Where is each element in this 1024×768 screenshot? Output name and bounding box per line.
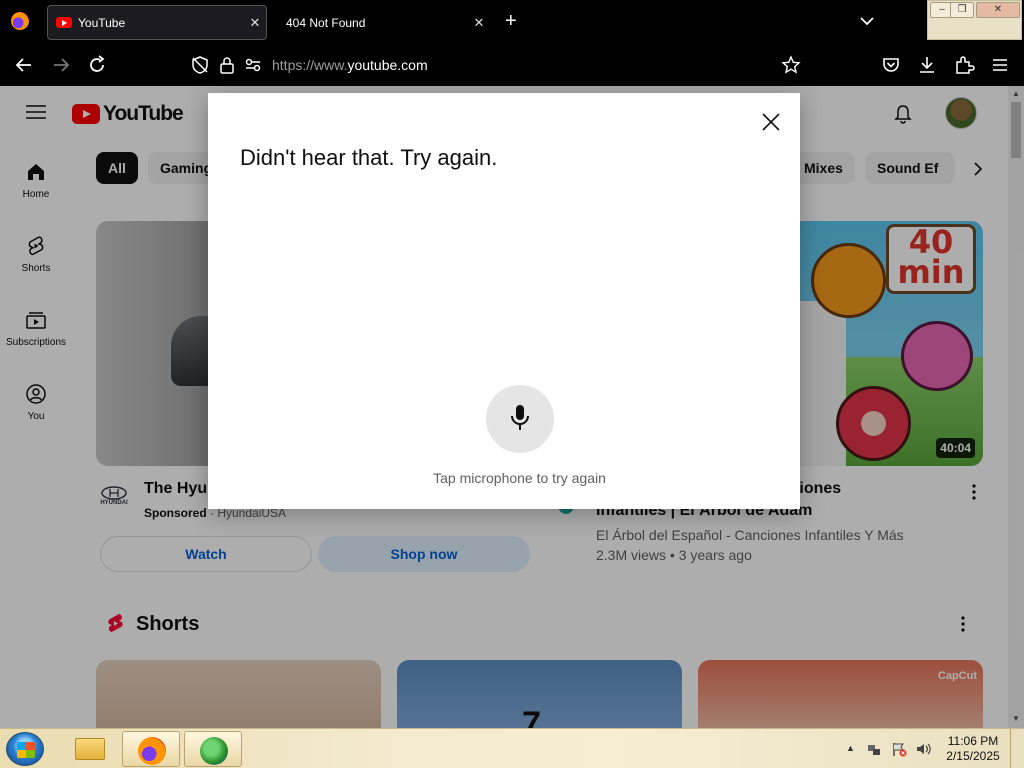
start-button[interactable] <box>6 732 44 766</box>
browser-tab-bar: YouTube ✕ 404 Not Found ✕ + – ❐ ✕ <box>0 0 1024 44</box>
tab-404[interactable]: 404 Not Found ✕ <box>272 5 490 40</box>
url-prefix: https://www. <box>272 57 348 73</box>
show-desktop-button[interactable] <box>1010 729 1024 768</box>
close-icon[interactable] <box>760 111 782 133</box>
tab-title: 404 Not Found <box>286 15 366 30</box>
taskbar-download-manager[interactable] <box>184 731 242 767</box>
bookmark-star-icon[interactable] <box>780 54 802 76</box>
show-hidden-icons-button[interactable]: ▲ <box>846 743 855 753</box>
browser-nav-bar: https://www.youtube.com <box>0 44 1024 86</box>
list-all-tabs-icon[interactable] <box>858 12 876 30</box>
tab-close-button[interactable]: ✕ <box>244 15 266 31</box>
microphone-button[interactable] <box>486 385 554 453</box>
folder-icon <box>75 738 105 760</box>
restore-button[interactable]: ❐ <box>950 2 974 18</box>
app-menu-icon[interactable] <box>989 54 1011 76</box>
windows-logo-icon <box>17 742 35 758</box>
tracking-protection-icon[interactable] <box>189 54 211 76</box>
youtube-favicon-icon <box>56 17 72 28</box>
taskbar-firefox[interactable] <box>122 731 180 767</box>
address-bar[interactable]: https://www.youtube.com <box>185 51 815 79</box>
lock-icon[interactable] <box>217 54 237 76</box>
tab-title: YouTube <box>78 15 126 30</box>
firefox-icon <box>138 737 166 765</box>
site-permissions-icon[interactable] <box>243 55 263 75</box>
pocket-icon[interactable] <box>880 54 902 76</box>
url-text: https://www.youtube.com <box>272 57 428 73</box>
voice-search-dialog: Didn't hear that. Try again. Tap microph… <box>208 93 800 509</box>
firefox-menu-icon[interactable] <box>11 12 29 30</box>
action-center-flag-icon[interactable] <box>891 741 907 757</box>
taskbar-explorer[interactable] <box>61 731 119 767</box>
clock-date: 2/15/2025 <box>946 749 1000 763</box>
close-window-button[interactable]: ✕ <box>976 2 1020 18</box>
forward-arrow-icon[interactable] <box>50 54 72 76</box>
extensions-icon[interactable] <box>953 54 975 76</box>
url-host: youtube.com <box>347 57 428 73</box>
microphone-icon <box>511 405 529 430</box>
new-tab-button[interactable]: + <box>505 11 517 31</box>
clock-time: 11:06 PM <box>947 734 999 748</box>
volume-icon[interactable] <box>915 741 931 757</box>
back-arrow-icon[interactable] <box>13 54 35 76</box>
downloads-icon[interactable] <box>916 54 938 76</box>
system-clock[interactable]: 11:06 PM 2/15/2025 <box>944 734 1002 764</box>
window-controls: – ❐ ✕ <box>927 0 1022 40</box>
tab-close-button[interactable]: ✕ <box>468 15 490 31</box>
windows-taskbar: ▲ 11:06 PM 2/15/2025 <box>0 728 1024 768</box>
download-manager-icon <box>200 737 228 765</box>
tab-youtube[interactable]: YouTube ✕ <box>47 5 267 40</box>
voice-search-message: Didn't hear that. Try again. <box>240 145 498 170</box>
reload-icon[interactable] <box>86 54 108 76</box>
network-icon[interactable] <box>866 741 882 757</box>
voice-search-hint: Tap microphone to try again <box>433 470 606 486</box>
